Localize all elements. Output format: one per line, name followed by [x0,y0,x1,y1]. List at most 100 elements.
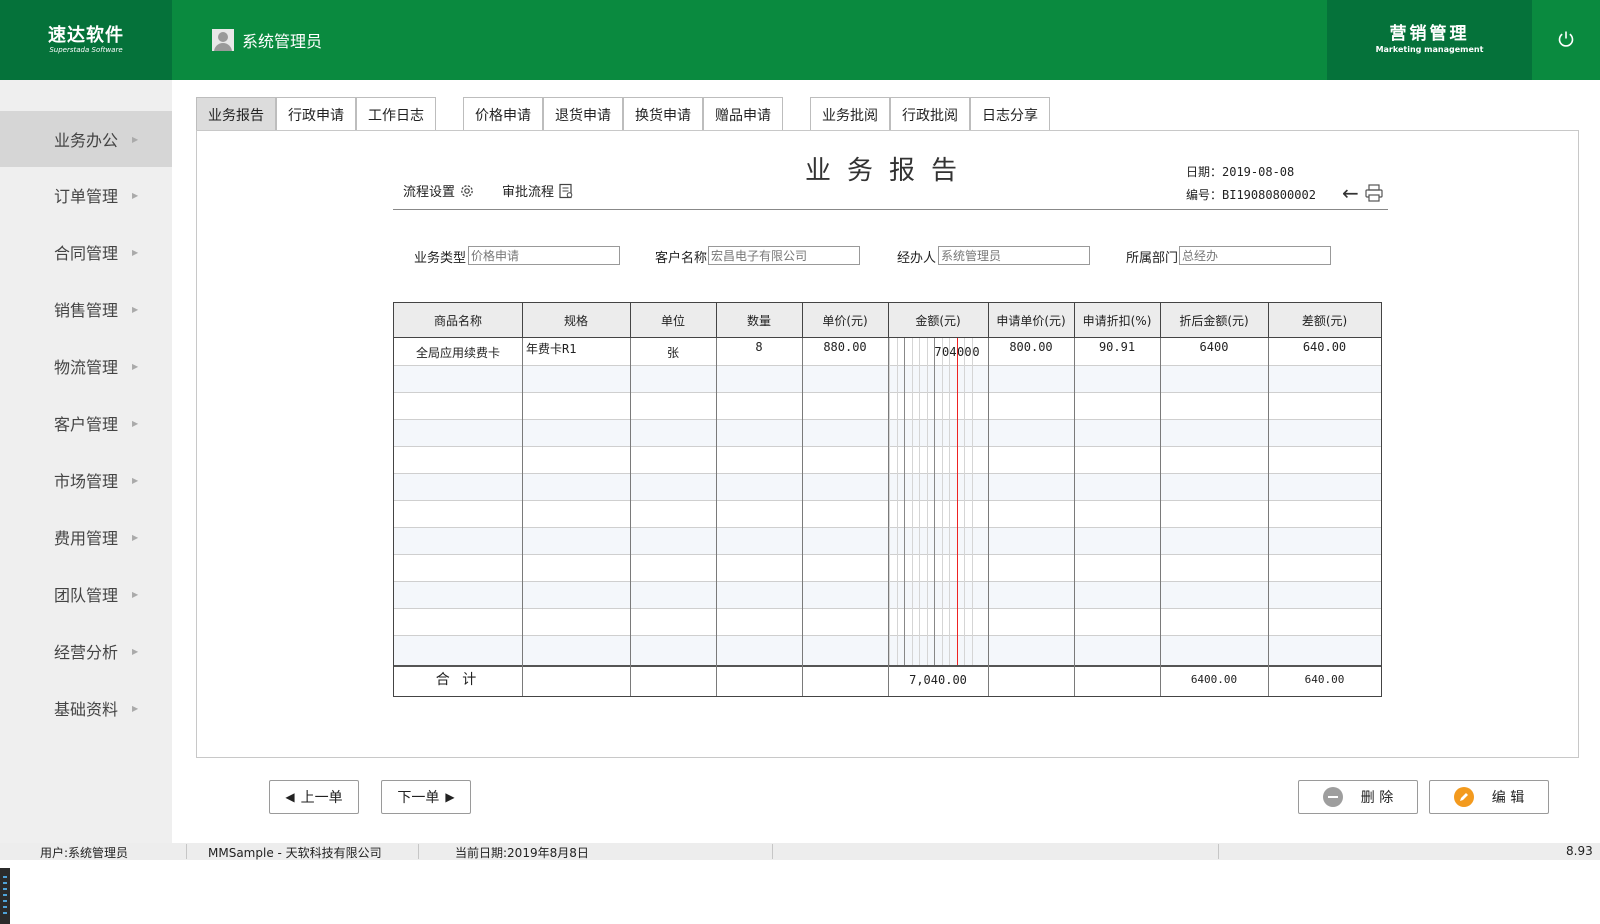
chevron-right-icon: ▶ [132,532,139,542]
sidebar-item-expenses[interactable]: 费用管理 ▶ [0,509,172,565]
sidebar-item-analysis[interactable]: 经营分析 ▶ [0,623,172,679]
approval-flow-label: 审批流程 [502,185,555,200]
spec-cell[interactable]: 年费卡R1 [526,340,576,357]
chevron-right-icon: ▶ [132,418,139,428]
sidebar-item-label: 经营分析 [54,643,119,662]
amount-digit: 4 [949,345,957,359]
sidebar-item-label: 费用管理 [54,529,119,548]
status-version: 8.93 [1566,844,1593,858]
column-header: 申请单价(元) [996,314,1066,328]
discount-cell[interactable]: 90.91 [1074,340,1160,354]
chevron-right-icon: ▶ [132,190,139,200]
prev-label: 上一单 [300,790,343,806]
price-cell[interactable]: 880.00 [802,340,888,354]
sidebar-item-sales[interactable]: 销售管理 ▶ [0,281,172,337]
chevron-right-icon: ▶ [132,247,139,257]
unit-cell[interactable]: 张 [630,344,716,361]
status-user: 用户:系统管理员 [40,846,129,860]
module-title: 营销管理 [1389,24,1470,44]
approval-flow-link[interactable]: 审批流程 [502,181,574,200]
chevron-right-icon: ▶ [132,475,139,485]
amount-digit: 7 [934,345,942,359]
current-user[interactable]: 系统管理员 [212,28,322,52]
user-name: 系统管理员 [242,32,323,51]
module-title-box: 营销管理 Marketing management [1327,0,1532,80]
delete-button[interactable]: 删 除 [1298,780,1418,814]
column-header: 商品名称 [433,314,482,328]
logo: 速达软件 Superstada Software [0,0,172,80]
business-type-label: 业务类型 [414,251,467,266]
sidebar-item-label: 销售管理 [54,301,119,320]
chevron-right-icon: ▶ [132,589,139,599]
tab-admin-review[interactable]: 行政批阅 [890,97,970,131]
sidebar-item-basic-data[interactable]: 基础资料 ▶ [0,680,172,736]
difference-cell[interactable]: 640.00 [1268,340,1381,354]
customer-field[interactable] [708,246,860,265]
next-label: 下一单 [397,790,440,806]
tab-price-request[interactable]: 价格申请 [463,97,543,131]
tab-work-log[interactable]: 工作日志 [356,97,436,131]
amount-digit: 0 [972,345,980,359]
sidebar: 业务办公 ▶ 订单管理 ▶ 合同管理 ▶ 销售管理 ▶ 物流管理 ▶ 客户管理 ▶ 市场管理… [0,80,172,924]
dept-field[interactable] [1179,246,1331,265]
delete-label: 删 除 [1360,790,1394,806]
page-title: 业务报告 [805,156,974,186]
prev-record-button[interactable]: ◀ 上一单 [269,780,359,814]
chevron-right-icon: ▶ [132,304,139,314]
apply-price-cell[interactable]: 800.00 [988,340,1074,354]
tab-log-share[interactable]: 日志分享 [970,97,1050,131]
tab-business-report[interactable]: 业务报告 [196,97,276,131]
sidebar-item-market[interactable]: 市场管理 ▶ [0,452,172,508]
sidebar-item-label: 合同管理 [54,244,119,263]
business-type-field[interactable] [468,246,620,265]
printer-icon[interactable] [1364,183,1384,203]
items-table: 商品名称 规格 单位 数量 单价(元) 金额(元) 申请单价(元) 申请折扣(%… [393,302,1382,697]
flow-settings-link[interactable]: 流程设置 [403,181,475,200]
back-arrow-icon[interactable]: ← [1342,183,1359,203]
sidebar-item-team[interactable]: 团队管理 ▶ [0,566,172,622]
sidebar-item-orders[interactable]: 订单管理 ▶ [0,167,172,223]
amount-digit: 0 [942,345,950,359]
sidebar-item-business-office[interactable]: 业务办公 ▶ [0,111,172,167]
sidebar-item-label: 基础资料 [54,700,119,719]
sidebar-item-label: 物流管理 [54,358,119,377]
tab-business-review[interactable]: 业务批阅 [810,97,890,131]
total-discounted: 6400.00 [1190,673,1238,686]
next-record-button[interactable]: 下一单 ▶ [381,780,471,814]
triangle-left-icon: ◀ [285,790,295,804]
power-icon[interactable] [1557,30,1575,48]
product-name-cell[interactable]: 全局应用续费卡 [394,344,522,361]
sidebar-item-label: 业务办公 [54,131,119,150]
sidebar-item-label: 客户管理 [54,415,119,434]
gear-icon [461,184,473,197]
amount-digit: 0 [957,345,965,359]
handler-field[interactable] [938,246,1090,265]
dept-label: 所属部门 [1126,251,1179,266]
sidebar-item-customers[interactable]: 客户管理 ▶ [0,395,172,451]
quantity-cell[interactable]: 8 [716,340,802,354]
tab-exchange-request[interactable]: 换货申请 [623,97,703,131]
status-bar: 用户:系统管理员 MMSample - 天软科技有限公司 当前日期:2019年8… [0,843,1600,860]
chevron-right-icon: ▶ [132,361,139,371]
discounted-amount-cell[interactable]: 6400 [1160,340,1268,354]
column-header: 数量 [746,314,771,328]
report-date: 日期：2019-08-08 [1186,165,1295,179]
amount-digit: 0 [964,345,972,359]
total-label: 合 计 [435,672,481,688]
sidebar-item-logistics[interactable]: 物流管理 ▶ [0,338,172,394]
tab-admin-request[interactable]: 行政申请 [276,97,356,131]
tab-gift-request[interactable]: 赠品申请 [703,97,783,131]
total-amount: 7,040.00 [909,673,967,687]
column-header: 单位 [660,314,685,328]
sidebar-item-contracts[interactable]: 合同管理 ▶ [0,224,172,280]
tab-return-request[interactable]: 退货申请 [543,97,623,131]
document-icon [559,183,573,198]
user-avatar-icon [212,29,234,51]
module-subtitle: Marketing management [1375,45,1484,54]
column-header: 折后金额(元) [1179,314,1249,328]
pencil-icon [1453,787,1474,807]
edit-button[interactable]: 编 辑 [1429,780,1549,814]
chevron-right-icon: ▶ [132,703,139,713]
top-header: 速达软件 Superstada Software 系统管理员 营销管理 Mark… [0,0,1600,80]
customer-label: 客户名称 [655,251,708,266]
